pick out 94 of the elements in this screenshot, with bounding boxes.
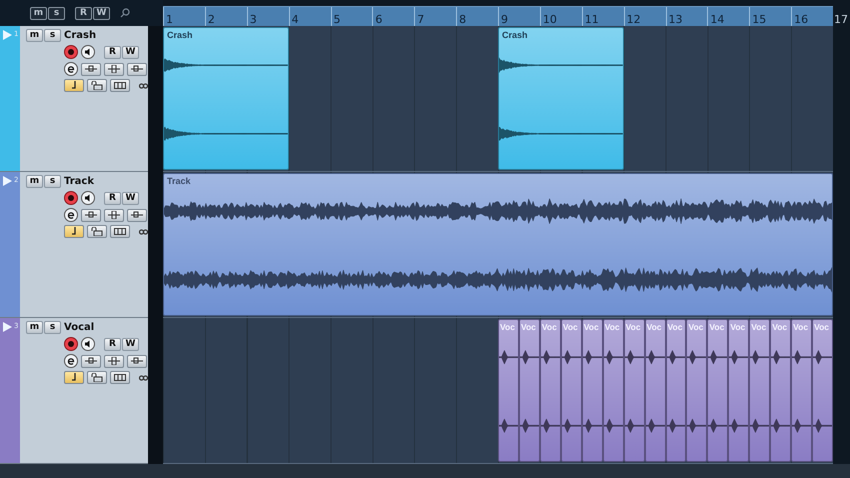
grid-icon: [114, 228, 126, 235]
clip-name: Voc: [520, 322, 536, 332]
grid-button[interactable]: [110, 225, 130, 238]
link-icon[interactable]: [139, 374, 148, 380]
read-button[interactable]: R: [104, 46, 121, 58]
clip-name: Voc: [751, 322, 766, 332]
note-button[interactable]: [64, 225, 84, 238]
clip-name: Voc: [709, 322, 724, 332]
write-button[interactable]: W: [122, 46, 139, 58]
slider-icon-button[interactable]: [127, 62, 147, 76]
lock-icon: [91, 227, 103, 236]
speaker-icon[interactable]: [81, 191, 95, 205]
lock-icon: [91, 81, 103, 90]
slider-icon-button[interactable]: [127, 354, 147, 368]
slider-icon-button[interactable]: [104, 208, 124, 222]
toolbar-toggle-button[interactable]: R: [75, 6, 92, 20]
edit-e-icon[interactable]: [64, 354, 78, 368]
lock-button[interactable]: [87, 79, 107, 92]
lock-button[interactable]: [87, 371, 107, 384]
mute-button[interactable]: m: [26, 175, 43, 188]
note-button[interactable]: [64, 79, 84, 92]
record-icon[interactable]: [64, 337, 78, 351]
timeline-ruler[interactable]: 1 2 3 4 5 6 7 8 9 10 11 12 13 14 15 16: [163, 6, 833, 26]
solo-button[interactable]: s: [44, 321, 61, 334]
write-button[interactable]: W: [122, 338, 139, 350]
mute-button[interactable]: m: [26, 321, 43, 334]
read-button[interactable]: R: [104, 338, 121, 350]
clip-name: Track: [167, 176, 191, 186]
note-icon: [70, 373, 78, 382]
write-button[interactable]: W: [122, 192, 139, 204]
clip-name: Crash: [167, 30, 193, 40]
clip-name: Voc: [562, 322, 578, 332]
fader-icon: [85, 65, 97, 73]
clip-name: Voc: [584, 322, 599, 332]
clip-name: Crash: [502, 30, 528, 40]
fader-icon: [131, 357, 143, 365]
slider-icon-button[interactable]: [81, 62, 101, 76]
search-icon[interactable]: [120, 8, 130, 18]
audio-clip[interactable]: Track: [163, 173, 833, 316]
clip-name: Voc: [772, 322, 788, 332]
solo-button[interactable]: s: [44, 29, 61, 42]
play-triangle-icon[interactable]: [3, 322, 12, 332]
slider-icon-button[interactable]: [81, 354, 101, 368]
clip-name: Voc: [793, 322, 808, 332]
fader-icon: [131, 65, 143, 73]
clip-name: Voc: [646, 322, 662, 332]
record-icon[interactable]: [64, 191, 78, 205]
audio-clip[interactable]: Crash: [163, 27, 289, 170]
clip-name: Voc: [668, 322, 682, 332]
clip-name: Voc: [688, 322, 704, 332]
fader-icon: [85, 211, 97, 219]
slider-icon-button[interactable]: [81, 208, 101, 222]
track-name: Vocal: [64, 322, 94, 333]
grid-icon: [114, 374, 126, 381]
record-icon[interactable]: [64, 45, 78, 59]
solo-button[interactable]: s: [44, 175, 61, 188]
toolbar-toggle-button[interactable]: W: [93, 6, 110, 20]
edit-e-icon[interactable]: [64, 62, 78, 76]
lock-icon: [91, 373, 103, 382]
fader-icon: [108, 357, 120, 365]
grid-button[interactable]: [110, 79, 130, 92]
audio-clip[interactable]: Crash: [498, 27, 624, 170]
mute-button[interactable]: m: [26, 29, 43, 42]
bar-number: 17: [833, 12, 849, 26]
link-icon[interactable]: [139, 228, 148, 234]
slider-icon-button[interactable]: [104, 62, 124, 76]
fader-icon: [131, 211, 143, 219]
lock-button[interactable]: [87, 225, 107, 238]
note-icon: [70, 81, 78, 90]
clip-name: Voc: [814, 322, 830, 332]
note-icon: [70, 227, 78, 236]
toolbar-toggle-button[interactable]: m: [30, 6, 47, 20]
play-triangle-icon[interactable]: [3, 176, 12, 186]
clip-name: Voc: [626, 322, 641, 332]
track-name: Crash: [64, 30, 96, 41]
clip-name: Voc: [604, 322, 620, 332]
slider-icon-button[interactable]: [127, 208, 147, 222]
fader-icon: [108, 65, 120, 73]
speaker-icon[interactable]: [81, 337, 95, 351]
grid-button[interactable]: [110, 371, 130, 384]
slider-icon-button[interactable]: [104, 354, 124, 368]
clip-name: Voc: [730, 322, 746, 332]
clip-name: Voc: [542, 322, 557, 332]
edit-e-icon[interactable]: [64, 208, 78, 222]
speaker-icon[interactable]: [81, 45, 95, 59]
fader-icon: [85, 357, 97, 365]
note-button[interactable]: [64, 371, 84, 384]
toolbar-toggle-button[interactable]: s: [48, 6, 65, 20]
link-icon[interactable]: [139, 82, 148, 88]
grid-icon: [114, 82, 126, 89]
clip-name: Voc: [500, 322, 515, 332]
read-button[interactable]: R: [104, 192, 121, 204]
fader-icon: [108, 211, 120, 219]
track-name: Track: [64, 176, 94, 187]
